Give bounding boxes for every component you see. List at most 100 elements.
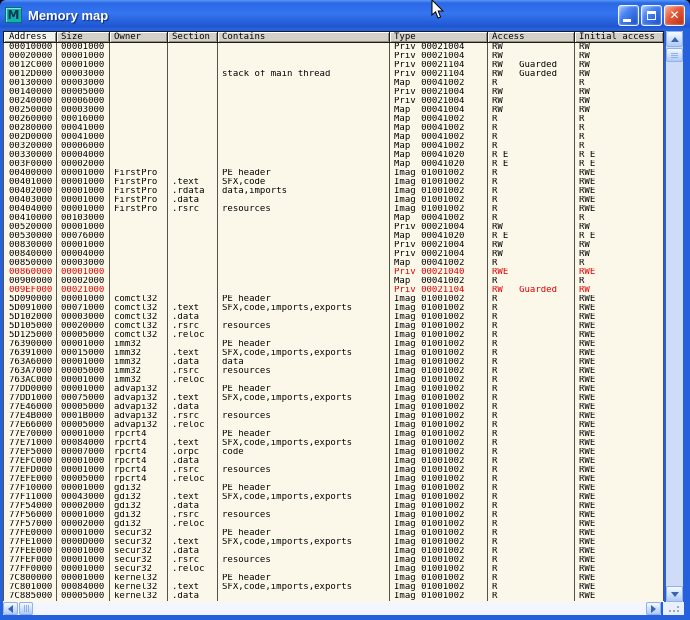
table-row[interactable]: 77E4B0000001B000advapi32.rsrcresourcesIm… (3, 412, 664, 421)
table-row[interactable]: 77FF000000001000secur32.relocImag 010010… (3, 565, 664, 574)
table-row[interactable]: 0024000000006000Priv 00021004RWRW (3, 97, 664, 106)
table-row[interactable]: 77FE10000000D000secur32.textSFX,code,imp… (3, 538, 664, 547)
cell-size: 00001000 (57, 466, 110, 475)
table-row[interactable]: 7C80000000001000kernel32PE headerImag 01… (3, 574, 664, 583)
cell-size: 00005000 (57, 421, 110, 430)
cell-contains: PE header (218, 430, 390, 439)
table-row[interactable]: 77E7100000084000rpcrt4.textSFX,code,impo… (3, 439, 664, 448)
table-row[interactable]: 0040100000001000FirstPro.textSFX,codeIma… (3, 178, 664, 187)
table-row[interactable]: 77F5400000002000gdi32.dataImag 01001002R… (3, 502, 664, 511)
table-row[interactable]: 77F1000000001000gdi32PE headerImag 01001… (3, 484, 664, 493)
horizontal-scrollbar[interactable] (3, 602, 661, 615)
table-row[interactable]: 7639100000015000imm32.textSFX,code,impor… (3, 349, 664, 358)
table-row[interactable]: 763A700000005000imm32.rsrcresourcesImag … (3, 367, 664, 376)
column-header-address[interactable]: Address (3, 31, 57, 43)
cell-section: .text (168, 178, 218, 187)
table-row[interactable]: 5D10200000003000comctl32.dataImag 010010… (3, 313, 664, 322)
table-row[interactable]: 77E7000000001000rpcrt4PE headerImag 0100… (3, 430, 664, 439)
scroll-up-button[interactable] (666, 31, 683, 47)
table-row[interactable]: 0033000000004000Map 00041020R ER E (3, 151, 664, 160)
table-row[interactable]: 77FEE00000001000secur32.dataImag 0100100… (3, 547, 664, 556)
minimize-button[interactable] (618, 5, 639, 26)
cell-contains: SFX,code,imports,exports (218, 493, 390, 502)
column-header-type[interactable]: Type (390, 31, 488, 43)
column-header-owner[interactable]: Owner (110, 31, 168, 43)
table-row[interactable]: 0014000000005000Priv 00021004RWRW (3, 88, 664, 97)
table-row[interactable]: 77F5700000002000gdi32.relocImag 01001002… (3, 520, 664, 529)
table-row[interactable]: 0040400000001000FirstPro.rsrcresourcesIm… (3, 205, 664, 214)
table-row[interactable]: 5D09100000071000comctl32.textSFX,code,im… (3, 304, 664, 313)
column-header-initial-access[interactable]: Initial access (575, 31, 664, 43)
resize-grip[interactable] (663, 602, 684, 615)
titlebar[interactable]: M Memory map ✕ (0, 0, 690, 30)
table-row[interactable]: 77EFD00000001000rpcrt4.rsrcresourcesImag… (3, 466, 664, 475)
table-row[interactable]: 77E6600000005000advapi32.relocImag 01001… (3, 421, 664, 430)
table-row[interactable]: 0040300000001000FirstPro.dataImag 010010… (3, 196, 664, 205)
vertical-scrollbar-thumb[interactable] (666, 48, 683, 62)
cell-type: Imag 01001002 (390, 466, 488, 475)
table-row[interactable]: 0041000000103000Map 00041002RR (3, 214, 664, 223)
table-row[interactable]: 009EF00000021000Priv 00021104RW GuardedR… (3, 286, 664, 295)
close-button[interactable]: ✕ (664, 5, 685, 26)
table-row[interactable]: 77F1100000043000gdi32.textSFX,code,impor… (3, 493, 664, 502)
cell-access: R (488, 169, 575, 178)
table-row[interactable]: 0012C00000001000Priv 00021104RW GuardedR… (3, 61, 664, 70)
table-row[interactable]: 0002000000001000Priv 00021004RWRW (3, 52, 664, 61)
column-header-size[interactable]: Size (57, 31, 110, 43)
table-row[interactable]: 77DD000000001000advapi32PE headerImag 01… (3, 385, 664, 394)
table-row[interactable]: 0013000000003000Map 00041002RR (3, 79, 664, 88)
table-row[interactable]: 0001000000001000Priv 00021004RWRW (3, 43, 664, 52)
table-row[interactable]: 7C88500000005000kernel32.dataImag 010010… (3, 592, 664, 601)
table-row[interactable]: 0083000000001000Priv 00021004RWRW (3, 241, 664, 250)
table-row[interactable]: 0025000000003000Map 00041004RWRW (3, 106, 664, 115)
cell-type: Imag 01001002 (390, 205, 488, 214)
scroll-left-button[interactable] (3, 602, 18, 615)
table-row[interactable]: 77F5600000001000gdi32.rsrcresourcesImag … (3, 511, 664, 520)
table-row[interactable]: 5D12500000005000comctl32.relocImag 01001… (3, 331, 664, 340)
table-row[interactable]: 0085000000003000Map 00041002RR (3, 259, 664, 268)
scroll-down-button[interactable] (666, 586, 683, 602)
memory-map-table[interactable]: 0001000000001000Priv 00021004RWRW0002000… (3, 43, 664, 602)
cell-access: R (488, 583, 575, 592)
maximize-button[interactable] (641, 5, 662, 26)
table-row[interactable]: 0040200000001000FirstPro.rdatadata,impor… (3, 187, 664, 196)
table-row[interactable]: 0028000000041000Map 00041002RR (3, 124, 664, 133)
table-row[interactable]: 763AC00000001000imm32.relocImag 01001002… (3, 376, 664, 385)
cell-contains (218, 115, 390, 124)
cell-owner: secur32 (110, 556, 168, 565)
vertical-scrollbar[interactable] (666, 31, 683, 602)
table-row[interactable]: 003F000000002000Map 00041020R ER E (3, 160, 664, 169)
cell-access: R (488, 178, 575, 187)
cell-owner (110, 79, 168, 88)
table-row[interactable]: 5D10500000020000comctl32.rsrcresourcesIm… (3, 322, 664, 331)
cell-type: Priv 00021104 (390, 70, 488, 79)
table-row[interactable]: 0040000000001000FirstProPE headerImag 01… (3, 169, 664, 178)
table-row[interactable]: 77FEF00000001000secur32.rsrcresourcesIma… (3, 556, 664, 565)
table-row[interactable]: 0032000000006000Map 00041002RR (3, 142, 664, 151)
horizontal-scrollbar-thumb[interactable] (19, 602, 33, 615)
table-row[interactable]: 77EFC00000001000rpcrt4.dataImag 01001002… (3, 457, 664, 466)
table-row[interactable]: 5D09000000001000comctl32PE headerImag 01… (3, 295, 664, 304)
table-row[interactable]: 0084000000004000Priv 00021004RWRW (3, 250, 664, 259)
column-header-access[interactable]: Access (488, 31, 575, 43)
table-row[interactable]: 0026000000016000Map 00041002RR (3, 115, 664, 124)
column-header-section[interactable]: Section (168, 31, 218, 43)
table-row[interactable]: 77EFE00000005000rpcrt4.relocImag 0100100… (3, 475, 664, 484)
table-row[interactable]: 763A600000001000imm32.datadataImag 01001… (3, 358, 664, 367)
table-row[interactable]: 77EF500000007000rpcrt4.orpccodeImag 0100… (3, 448, 664, 457)
table-row[interactable]: 0012D00000003000stack of main threadPriv… (3, 70, 664, 79)
cell-size: 00003000 (57, 259, 110, 268)
table-row[interactable]: 0053000000076000Map 00041020R ER E (3, 232, 664, 241)
table-row[interactable]: 0086000000001000Priv 00021040RWERWE (3, 268, 664, 277)
table-row[interactable]: 7639000000001000imm32PE headerImag 01001… (3, 340, 664, 349)
table-row[interactable]: 002D000000041000Map 00041002RR (3, 133, 664, 142)
table-row[interactable]: 7C80100000084000kernel32.textSFX,code,im… (3, 583, 664, 592)
column-header-contains[interactable]: Contains (218, 31, 390, 43)
table-row[interactable]: 0090000000002000Map 00041002RR (3, 277, 664, 286)
table-row[interactable]: 77DD100000075000advapi32.textSFX,code,im… (3, 394, 664, 403)
table-row[interactable]: 77E4600000005000advapi32.dataImag 010010… (3, 403, 664, 412)
scroll-right-button[interactable] (646, 602, 661, 615)
ollydbg-window-icon[interactable]: M (5, 7, 22, 23)
table-row[interactable]: 0052000000001000Priv 00021004RWRW (3, 223, 664, 232)
table-row[interactable]: 77FE000000001000secur32PE headerImag 010… (3, 529, 664, 538)
